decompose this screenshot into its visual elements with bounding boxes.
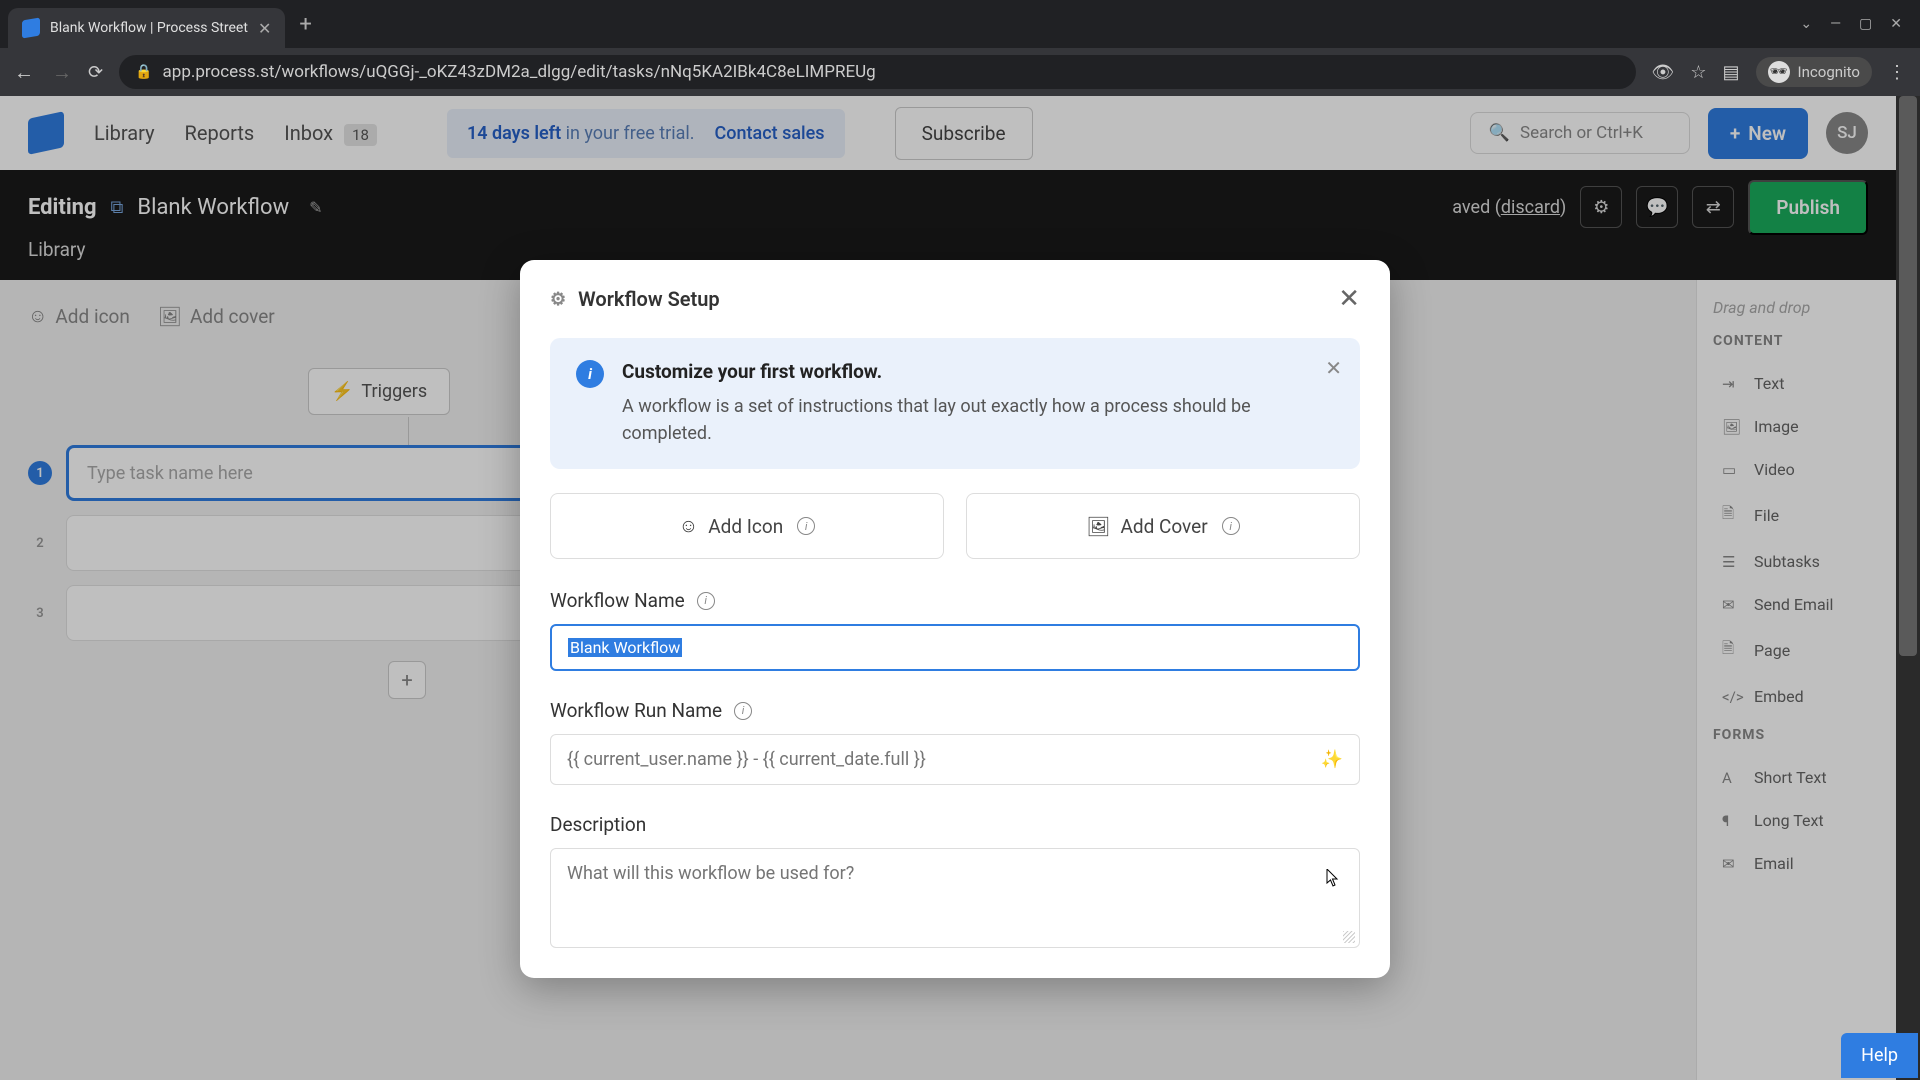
add-icon-button[interactable]: ☺ Add Icon i: [550, 493, 944, 559]
workflow-run-name-label: Workflow Run Name i: [550, 699, 1360, 722]
help-button[interactable]: Help: [1841, 1033, 1918, 1078]
run-name-field[interactable]: [567, 749, 1311, 770]
new-tab-button[interactable]: +: [299, 12, 311, 37]
help-info-icon[interactable]: i: [1222, 517, 1240, 535]
help-info-icon[interactable]: i: [697, 592, 715, 610]
help-info-icon[interactable]: i: [797, 517, 815, 535]
workflow-name-value: Blank Workflow: [568, 638, 682, 657]
close-info-icon[interactable]: ✕: [1325, 356, 1342, 380]
kebab-menu-icon[interactable]: ⋮: [1888, 62, 1906, 83]
modal-title: Workflow Setup: [578, 287, 720, 311]
magic-wand-icon[interactable]: ✨: [1321, 749, 1343, 770]
incognito-icon: 🕶: [1768, 61, 1790, 83]
eye-off-icon[interactable]: 👁: [1652, 62, 1675, 83]
scrollbar-thumb[interactable]: [1899, 96, 1917, 656]
favicon-icon: [22, 17, 40, 38]
incognito-badge[interactable]: 🕶 Incognito: [1756, 57, 1872, 87]
help-info-icon[interactable]: i: [734, 702, 752, 720]
close-modal-icon[interactable]: ✕: [1338, 284, 1360, 314]
cursor-icon: [1326, 869, 1340, 887]
gear-icon: ⚙: [550, 289, 566, 310]
info-banner: i Customize your first workflow. A workf…: [550, 338, 1360, 469]
page-scrollbar[interactable]: [1896, 96, 1920, 1080]
tabs-dropdown-icon[interactable]: ⌄: [1800, 16, 1812, 32]
bookmark-star-icon[interactable]: ☆: [1690, 62, 1706, 83]
close-window-icon[interactable]: ✕: [1890, 16, 1902, 32]
info-body: A workflow is a set of instructions that…: [622, 393, 1334, 447]
browser-tab-strip: Blank Workflow | Process Street ✕ + ⌄ — …: [0, 0, 1920, 48]
workflow-name-label: Workflow Name i: [550, 589, 1360, 612]
window-controls: ⌄ — ▢ ✕: [1800, 16, 1912, 32]
description-label: Description: [550, 813, 1360, 836]
extensions-icon[interactable]: ▤: [1723, 62, 1740, 83]
url-text: app.process.st/workflows/uQGGj-_oKZ43zDM…: [163, 62, 876, 82]
minimize-icon[interactable]: —: [1830, 16, 1841, 32]
add-cover-button[interactable]: 🖼 Add Cover i: [966, 493, 1360, 559]
lock-icon: 🔒: [135, 64, 152, 80]
reload-icon[interactable]: ⟳: [88, 62, 103, 83]
close-tab-icon[interactable]: ✕: [258, 19, 271, 38]
forward-icon: →: [52, 60, 72, 85]
description-input[interactable]: [550, 848, 1360, 948]
resize-handle-icon[interactable]: [1343, 931, 1355, 943]
tab-title: Blank Workflow | Process Street: [50, 20, 248, 36]
incognito-label: Incognito: [1798, 63, 1860, 81]
workflow-run-name-input[interactable]: ✨: [550, 734, 1360, 785]
browser-tab[interactable]: Blank Workflow | Process Street ✕: [8, 8, 285, 48]
maximize-icon[interactable]: ▢: [1859, 16, 1872, 32]
info-title: Customize your first workflow.: [622, 360, 1334, 383]
smiley-icon: ☺: [679, 514, 698, 538]
workflow-setup-modal: ⚙ Workflow Setup ✕ i Customize your firs…: [520, 260, 1390, 978]
info-icon: i: [576, 360, 604, 388]
workflow-name-input[interactable]: Blank Workflow: [550, 624, 1360, 671]
image-icon: 🖼: [1086, 515, 1110, 538]
description-textarea[interactable]: [567, 863, 1343, 933]
back-icon[interactable]: ←: [14, 60, 34, 85]
address-bar[interactable]: 🔒 app.process.st/workflows/uQGGj-_oKZ43z…: [119, 55, 1635, 89]
url-bar: ← → ⟳ 🔒 app.process.st/workflows/uQGGj-_…: [0, 48, 1920, 96]
